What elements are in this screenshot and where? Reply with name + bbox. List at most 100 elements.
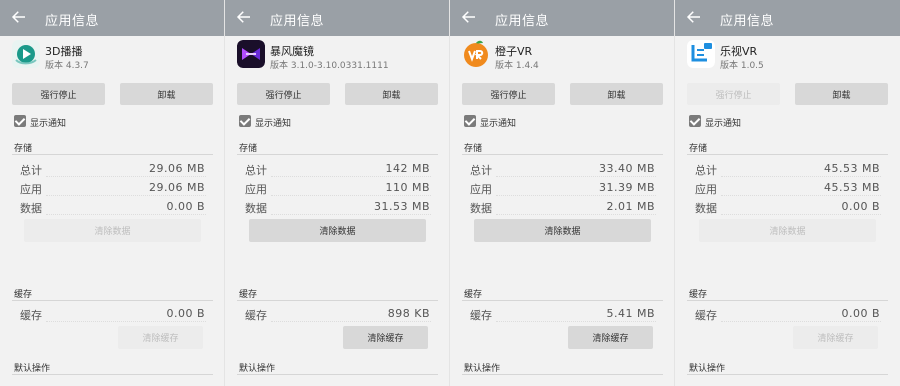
app-info-panel: 应用信息 暴风魔镜 版本 3.1.0-3.10.0331.1111 强行停止 卸…	[225, 0, 450, 386]
divider	[237, 154, 438, 155]
storage-row-value: 110 MB	[385, 181, 430, 194]
storage-row-value: 45.53 MB	[823, 162, 880, 175]
cache-row-value: 0.00 B	[166, 307, 205, 320]
app-info-panel: 应用信息 橙子VR 版本 1.4.4 强行停止 卸载 显示通知 存储 总计 33…	[450, 0, 675, 386]
uninstall-button[interactable]: 卸载	[570, 83, 663, 105]
screens: 应用信息 3D播播 版本 4.3.7 强行停止 卸载 显示通知 存储 总计 29…	[0, 0, 900, 386]
page-title: 应用信息	[495, 14, 550, 29]
row-leader	[496, 214, 656, 215]
storage-row-value: 0.00 B	[841, 200, 880, 213]
divider	[462, 300, 663, 301]
force-stop-button[interactable]: 强行停止	[12, 83, 105, 105]
storage-row-label: 数据	[695, 202, 717, 215]
cache-row-label: 缓存	[470, 309, 492, 322]
storage-row-label: 数据	[20, 202, 42, 215]
storage-row-label: 应用	[695, 183, 717, 196]
storage-row-value: 142 MB	[385, 162, 430, 175]
storage-row-label: 应用	[20, 183, 42, 196]
3d-bobo-app-icon	[12, 40, 40, 68]
default-actions-title: 默认操作	[239, 364, 276, 374]
cache-row-value: 5.41 MB	[606, 307, 655, 320]
row-leader	[721, 195, 881, 196]
leshi-vr-app-icon	[687, 40, 715, 68]
storage-row-label: 应用	[245, 183, 267, 196]
top-bar: 应用信息	[450, 0, 674, 36]
divider	[12, 374, 213, 375]
uninstall-button[interactable]: 卸载	[120, 83, 213, 105]
row-leader	[271, 321, 431, 322]
clear-cache-button[interactable]: 清除缓存	[343, 326, 428, 349]
storage-row-label: 数据	[470, 202, 492, 215]
row-leader	[721, 176, 881, 177]
row-leader	[271, 214, 431, 215]
row-leader	[496, 195, 656, 196]
app-info-panel: 应用信息 乐视VR 版本 1.0.5 强行停止 卸载 显示通知 存储 总计 45…	[675, 0, 900, 386]
top-bar: 应用信息	[675, 0, 900, 36]
show-notifications-label: 显示通知	[705, 119, 742, 129]
storage-row-value: 31.39 MB	[598, 181, 655, 194]
cache-row-label: 缓存	[695, 309, 717, 322]
row-leader	[46, 214, 206, 215]
storage-section-title: 存储	[689, 144, 708, 154]
top-bar: 应用信息	[225, 0, 449, 36]
cache-row-label: 缓存	[245, 309, 267, 322]
force-stop-button[interactable]: 强行停止	[687, 83, 780, 105]
force-stop-button[interactable]: 强行停止	[462, 83, 555, 105]
cache-row-value: 0.00 B	[841, 307, 880, 320]
app-version: 版本 3.1.0-3.10.0331.1111	[270, 61, 389, 71]
row-leader	[721, 321, 881, 322]
default-actions-title: 默认操作	[464, 364, 501, 374]
show-notifications-checkbox[interactable]	[239, 115, 251, 127]
baofeng-mojing-app-icon	[237, 40, 265, 68]
cache-row-label: 缓存	[20, 309, 42, 322]
show-notifications-label: 显示通知	[30, 119, 67, 129]
clear-data-button[interactable]: 清除数据	[474, 219, 651, 242]
back-arrow-icon[interactable]	[235, 8, 253, 26]
row-leader	[496, 176, 656, 177]
storage-row-label: 应用	[470, 183, 492, 196]
show-notifications-checkbox[interactable]	[689, 115, 701, 127]
clear-cache-button[interactable]: 清除缓存	[568, 326, 653, 349]
divider	[237, 300, 438, 301]
back-arrow-icon[interactable]	[10, 8, 28, 26]
back-arrow-icon[interactable]	[460, 8, 478, 26]
storage-row-value: 29.06 MB	[148, 181, 205, 194]
show-notifications-label: 显示通知	[480, 119, 517, 129]
show-notifications-checkbox[interactable]	[14, 115, 26, 127]
storage-row-value: 31.53 MB	[373, 200, 430, 213]
divider	[687, 154, 888, 155]
app-version: 版本 1.0.5	[720, 61, 764, 71]
back-arrow-icon[interactable]	[685, 8, 703, 26]
divider	[462, 374, 663, 375]
cache-section-title: 缓存	[14, 290, 33, 300]
app-info-panel: 应用信息 3D播播 版本 4.3.7 强行停止 卸载 显示通知 存储 总计 29…	[0, 0, 225, 386]
clear-data-button[interactable]: 清除数据	[249, 219, 426, 242]
clear-cache-button[interactable]: 清除缓存	[793, 326, 878, 349]
row-leader	[496, 321, 656, 322]
row-leader	[46, 195, 206, 196]
uninstall-button[interactable]: 卸载	[345, 83, 438, 105]
force-stop-button[interactable]: 强行停止	[237, 83, 330, 105]
chengzi-vr-app-icon	[464, 40, 488, 67]
divider	[687, 300, 888, 301]
clear-cache-button[interactable]: 清除缓存	[118, 326, 203, 349]
clear-data-button[interactable]: 清除数据	[24, 219, 201, 242]
storage-section-title: 存储	[239, 144, 258, 154]
divider	[237, 374, 438, 375]
default-actions-title: 默认操作	[14, 364, 51, 374]
uninstall-button[interactable]: 卸载	[795, 83, 888, 105]
app-name: 橙子VR	[495, 45, 533, 58]
row-leader	[721, 214, 881, 215]
row-leader	[271, 176, 431, 177]
storage-row-label: 数据	[245, 202, 267, 215]
storage-section-title: 存储	[464, 144, 483, 154]
storage-section-title: 存储	[14, 144, 33, 154]
app-version: 版本 1.4.4	[495, 61, 539, 71]
page-title: 应用信息	[45, 14, 100, 29]
show-notifications-checkbox[interactable]	[464, 115, 476, 127]
divider	[462, 154, 663, 155]
cache-section-title: 缓存	[464, 290, 483, 300]
divider	[687, 374, 888, 375]
row-leader	[46, 321, 206, 322]
clear-data-button[interactable]: 清除数据	[699, 219, 876, 242]
